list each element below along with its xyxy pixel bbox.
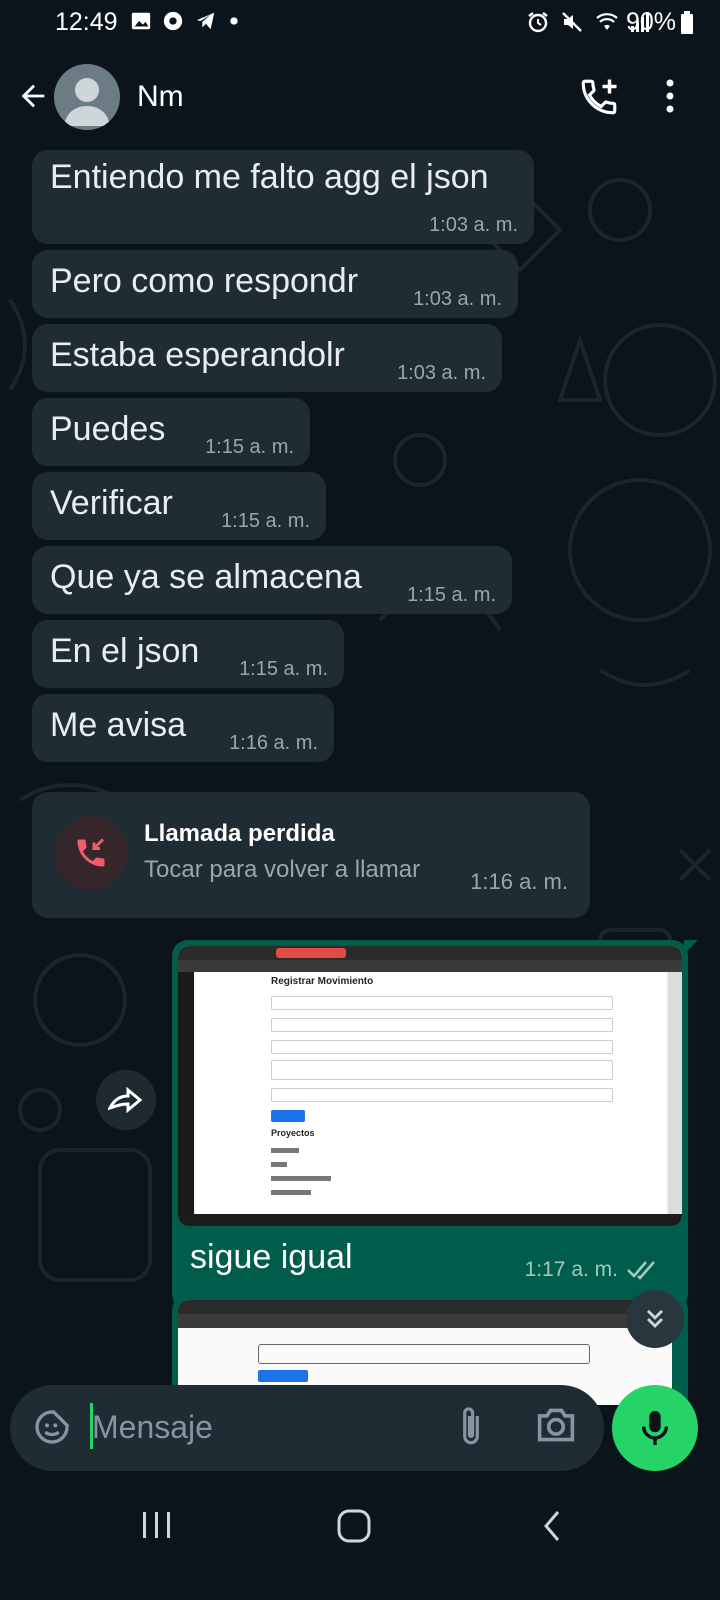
voice-record-button[interactable]	[612, 1385, 698, 1471]
avatar[interactable]	[54, 64, 120, 130]
message-time: 1:15 a. m.	[221, 510, 310, 532]
add-call-icon[interactable]	[578, 76, 620, 118]
alarm-icon	[528, 12, 548, 33]
message-bubble[interactable]: Entiendo me falto agg el json 1:03 a. m.	[32, 150, 534, 244]
screenshot-field	[258, 1344, 590, 1364]
message-time: 1:03 a. m.	[429, 214, 518, 236]
message-text: Estaba esperandolr	[50, 336, 345, 374]
missed-call-title: Llamada perdida	[144, 820, 335, 847]
chrome-icon	[163, 11, 183, 31]
dot-icon	[230, 17, 238, 25]
missed-call-icon-wrap	[54, 816, 128, 890]
message-text: Verificar	[50, 484, 173, 522]
home-icon[interactable]	[336, 1508, 372, 1544]
message-time: 1:15 a. m.	[205, 436, 294, 458]
default-avatar-icon	[64, 78, 110, 126]
message-text: En el json	[50, 632, 200, 670]
message-bubble[interactable]: Que ya se almacena 1:15 a. m.	[32, 546, 512, 614]
message-bubble[interactable]: Verificar 1:15 a. m.	[32, 472, 326, 540]
screenshot-line	[271, 1176, 331, 1181]
message-time: 1:03 a. m.	[397, 362, 486, 384]
screenshot-field	[271, 996, 613, 1010]
gallery-icon	[131, 12, 151, 30]
screenshot-field	[271, 1040, 613, 1054]
screenshot-field	[271, 1088, 613, 1102]
message-bubble[interactable]: Estaba esperandolr 1:03 a. m.	[32, 324, 502, 392]
chat-area[interactable]: Entiendo me falto agg el json 1:03 a. m.…	[0, 150, 720, 1405]
message-text: Pero como respondr	[50, 262, 359, 300]
windows-taskbar	[178, 1214, 682, 1226]
more-vert-icon[interactable]	[664, 78, 676, 114]
system-nav-bar	[0, 1480, 720, 1600]
message-time: 1:17 a. m.	[524, 1258, 618, 1281]
wifi-icon	[596, 13, 618, 30]
browser-scrollbar	[668, 972, 682, 1216]
browser-tabbar	[178, 1300, 672, 1314]
message-time: 1:03 a. m.	[413, 288, 502, 310]
message-text: Entiendo me falto agg el json	[50, 158, 489, 196]
message-time: 1:15 a. m.	[239, 658, 328, 680]
screenshot-line	[271, 1190, 311, 1195]
status-bar: 12:49 90%	[0, 0, 720, 46]
contact-name[interactable]: Nm	[137, 80, 184, 114]
screenshot-heading: Registrar Movimiento	[271, 976, 374, 987]
missed-call-subtitle: Tocar para volver a llamar	[144, 856, 421, 883]
screenshot-thumbnail[interactable]: Registrar Movimiento Proyectos	[178, 946, 682, 1226]
status-left-icons	[130, 10, 240, 32]
missed-call-icon	[77, 838, 105, 867]
forward-icon	[108, 1086, 143, 1114]
forward-button[interactable]	[96, 1070, 156, 1130]
scroll-to-bottom-button[interactable]	[626, 1290, 684, 1348]
chat-header: Nm	[0, 46, 720, 151]
attach-clip-icon[interactable]	[458, 1405, 484, 1449]
recent-apps-icon[interactable]	[140, 1508, 174, 1542]
browser-active-tab	[276, 948, 346, 958]
message-bubble[interactable]: En el json 1:15 a. m.	[32, 620, 344, 688]
screenshot-button	[258, 1370, 308, 1382]
sticker-emoji-icon[interactable]	[32, 1407, 72, 1447]
message-text: Me avisa	[50, 706, 187, 744]
outgoing-image-message[interactable]: Registrar Movimiento Proyectos sigue igu…	[172, 940, 698, 1310]
missed-call-time: 1:16 a. m.	[470, 869, 568, 894]
nav-back-icon[interactable]	[540, 1508, 564, 1544]
double-chevron-down-icon	[647, 1309, 663, 1328]
message-bubble[interactable]: Pero como respondr 1:03 a. m.	[32, 250, 518, 318]
screenshot-field	[271, 1060, 613, 1080]
screenshot-section: Proyectos	[271, 1128, 315, 1138]
camera-icon[interactable]	[534, 1405, 578, 1445]
mic-icon	[641, 1411, 669, 1445]
battery-percent: 90%	[625, 8, 676, 36]
browser-page: Registrar Movimiento Proyectos	[196, 972, 666, 1216]
status-time: 12:49	[55, 8, 118, 36]
message-time: 1:16 a. m.	[229, 732, 318, 754]
battery-indicator: 90%	[626, 8, 694, 37]
message-bubble[interactable]: Me avisa 1:16 a. m.	[32, 694, 334, 762]
back-arrow-icon[interactable]	[16, 79, 50, 113]
browser-tabbar	[178, 946, 682, 960]
message-time: 1:15 a. m.	[407, 584, 496, 606]
screenshot-field	[271, 1018, 613, 1032]
screenshot-button	[271, 1110, 305, 1122]
screenshot-line	[271, 1162, 287, 1167]
browser-sidebar	[178, 972, 194, 1216]
message-bubble[interactable]: Puedes 1:15 a. m.	[32, 398, 310, 466]
message-text: Que ya se almacena	[50, 558, 362, 596]
battery-icon	[681, 10, 693, 34]
message-input[interactable]: Mensaje	[92, 1409, 213, 1446]
message-text: Puedes	[50, 410, 166, 448]
screenshot-line	[271, 1148, 299, 1153]
mute-icon	[562, 12, 582, 32]
message-composer[interactable]: Mensaje	[10, 1385, 604, 1471]
browser-urlbar	[178, 1314, 672, 1328]
double-check-icon	[627, 1261, 655, 1280]
missed-call-card[interactable]: Llamada perdida Tocar para volver a llam…	[32, 792, 590, 918]
browser-urlbar	[178, 960, 682, 972]
telegram-icon	[196, 12, 215, 30]
image-caption: sigue igual	[190, 1238, 353, 1276]
